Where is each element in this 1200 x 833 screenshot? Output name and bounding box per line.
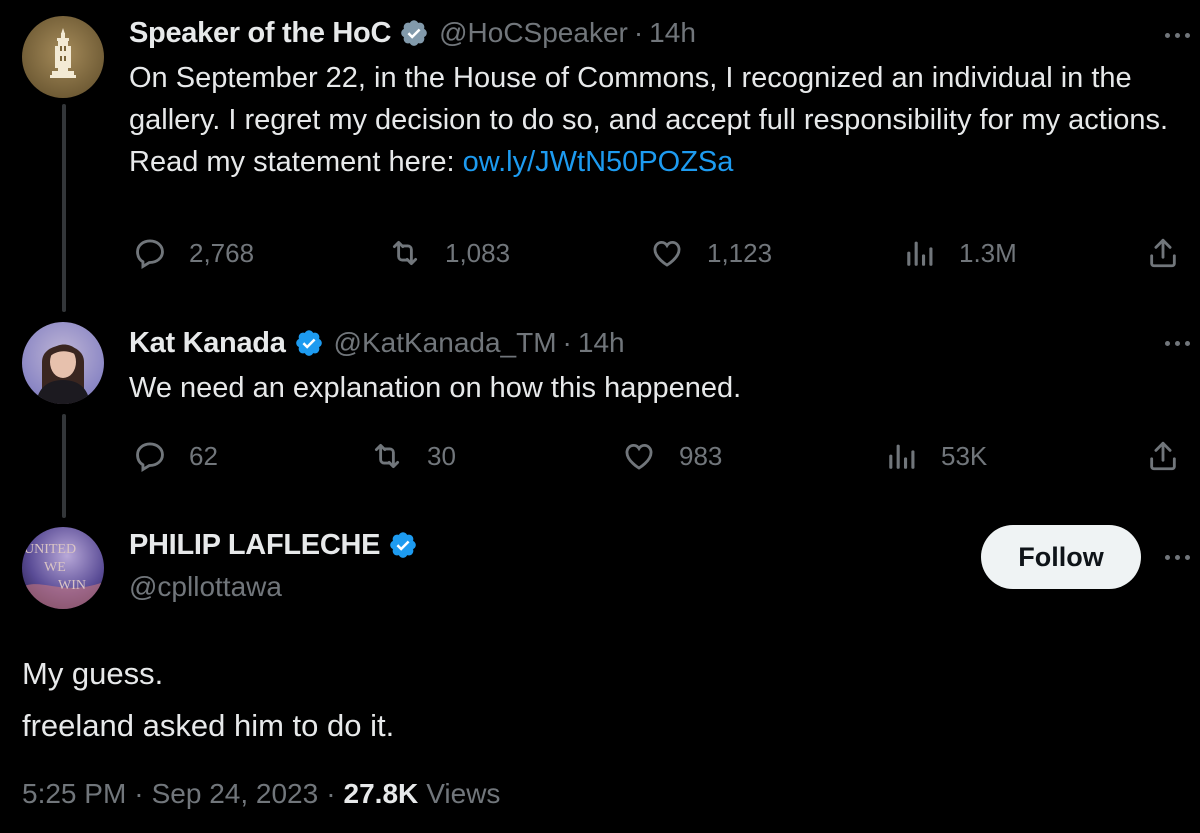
author-handle[interactable]: @cpllottawa bbox=[129, 571, 282, 603]
like-button[interactable]: 983 bbox=[621, 436, 722, 476]
main-tweet-text: My guess. freeland asked him to do it. bbox=[22, 648, 394, 752]
follow-button[interactable]: Follow bbox=[981, 525, 1141, 589]
retweet-icon bbox=[374, 443, 400, 469]
share-button[interactable] bbox=[1146, 233, 1180, 273]
tweet-text-body: We need an explanation on how this happe… bbox=[129, 372, 742, 404]
profile-photo-icon bbox=[36, 344, 90, 404]
share-icon bbox=[1150, 238, 1176, 268]
separator-dot: · bbox=[633, 17, 644, 48]
reply-icon bbox=[136, 239, 164, 270]
views-label: Views bbox=[426, 778, 501, 809]
separator-dot: · bbox=[562, 327, 572, 358]
author-name[interactable]: PHILIP LAFLECHE bbox=[129, 529, 380, 562]
retweet-count: 30 bbox=[427, 440, 456, 471]
tweet-header: Speaker of the HoC @HoCSpeaker · 14h bbox=[129, 14, 696, 52]
retweet-icon bbox=[392, 240, 418, 266]
heart-icon bbox=[653, 240, 681, 267]
tweet-time[interactable]: 14h bbox=[578, 327, 625, 359]
avatar-text-line: WE bbox=[44, 560, 66, 575]
views-button[interactable]: 1.3M bbox=[903, 233, 1017, 273]
share-button[interactable] bbox=[1146, 436, 1180, 476]
share-icon bbox=[1150, 441, 1176, 471]
tweet-metadata: 5:25 PM · Sep 24, 2023 · 27.8K Views bbox=[22, 778, 500, 810]
more-options-icon[interactable] bbox=[1165, 341, 1190, 346]
views-chart-icon bbox=[889, 444, 915, 469]
united-we-win-logo: UNITED WE WIN bbox=[22, 542, 104, 609]
reply-button[interactable]: 62 bbox=[133, 436, 218, 476]
avatar[interactable]: UNITED WE WIN bbox=[22, 527, 104, 609]
tweet-time[interactable]: 5:25 PM bbox=[22, 778, 126, 810]
like-count: 1,123 bbox=[707, 237, 773, 268]
reply-icon bbox=[136, 442, 164, 473]
tweet-header: PHILIP LAFLECHE bbox=[129, 526, 428, 564]
verified-badge-icon[interactable] bbox=[294, 328, 324, 358]
views-count[interactable]: 27.8K bbox=[344, 778, 419, 810]
more-options-icon[interactable] bbox=[1165, 555, 1190, 560]
retweet-count: 1,083 bbox=[445, 237, 511, 268]
verified-badge-icon[interactable] bbox=[399, 18, 429, 48]
separator-dot: · bbox=[326, 778, 336, 809]
retweet-button[interactable]: 1,083 bbox=[387, 233, 510, 273]
views-count: 53K bbox=[941, 440, 988, 471]
thread-connector bbox=[62, 414, 66, 518]
tweet-text: On September 22, in the House of Commons… bbox=[129, 57, 1189, 183]
retweet-button[interactable]: 30 bbox=[369, 436, 456, 476]
statement-link[interactable]: ow.ly/JWtN50POZSa bbox=[463, 146, 734, 178]
author-name[interactable]: Speaker of the HoC bbox=[129, 17, 391, 50]
tweet-date[interactable]: Sep 24, 2023 bbox=[152, 778, 319, 810]
avatar[interactable] bbox=[22, 322, 104, 404]
tweet-header: Kat Kanada @KatKanada_TM · 14h bbox=[129, 324, 625, 362]
like-button[interactable]: 1,123 bbox=[649, 233, 772, 273]
tweet-time[interactable]: 14h bbox=[649, 17, 696, 49]
main-tweet-line: freeland asked him to do it. bbox=[22, 708, 395, 743]
author-handle[interactable]: @HoCSpeaker bbox=[439, 17, 628, 49]
more-options-icon[interactable] bbox=[1165, 33, 1190, 38]
reply-count: 62 bbox=[189, 440, 218, 471]
tweet-text: We need an explanation on how this happe… bbox=[129, 367, 1189, 409]
author-handle[interactable]: @KatKanada_TM bbox=[334, 327, 557, 359]
tweet-thread-view: Speaker of the HoC @HoCSpeaker · 14h On … bbox=[0, 0, 1200, 833]
like-count: 983 bbox=[679, 440, 723, 471]
avatar-text-line: UNITED bbox=[24, 542, 76, 557]
verified-badge-icon[interactable] bbox=[388, 530, 418, 560]
reply-button[interactable]: 2,768 bbox=[133, 233, 254, 273]
parliament-crest-icon bbox=[50, 28, 76, 78]
avatar[interactable] bbox=[22, 16, 104, 98]
main-tweet-line: My guess. bbox=[22, 656, 164, 691]
views-count: 1.3M bbox=[959, 237, 1017, 268]
reply-count: 2,768 bbox=[189, 237, 255, 268]
tweet-actions: 2,768 1,083 1,123 1.3M bbox=[129, 233, 1189, 273]
tweet-actions: 62 30 983 53K bbox=[129, 436, 1189, 476]
thread-connector bbox=[62, 104, 66, 312]
avatar-text-line: WIN bbox=[58, 578, 86, 593]
author-name[interactable]: Kat Kanada bbox=[129, 327, 286, 360]
separator-dot: · bbox=[134, 778, 144, 809]
views-button[interactable]: 53K bbox=[885, 436, 987, 476]
main-handle-row: @cpllottawa bbox=[129, 568, 282, 606]
heart-icon bbox=[625, 443, 653, 470]
views-chart-icon bbox=[907, 241, 933, 266]
